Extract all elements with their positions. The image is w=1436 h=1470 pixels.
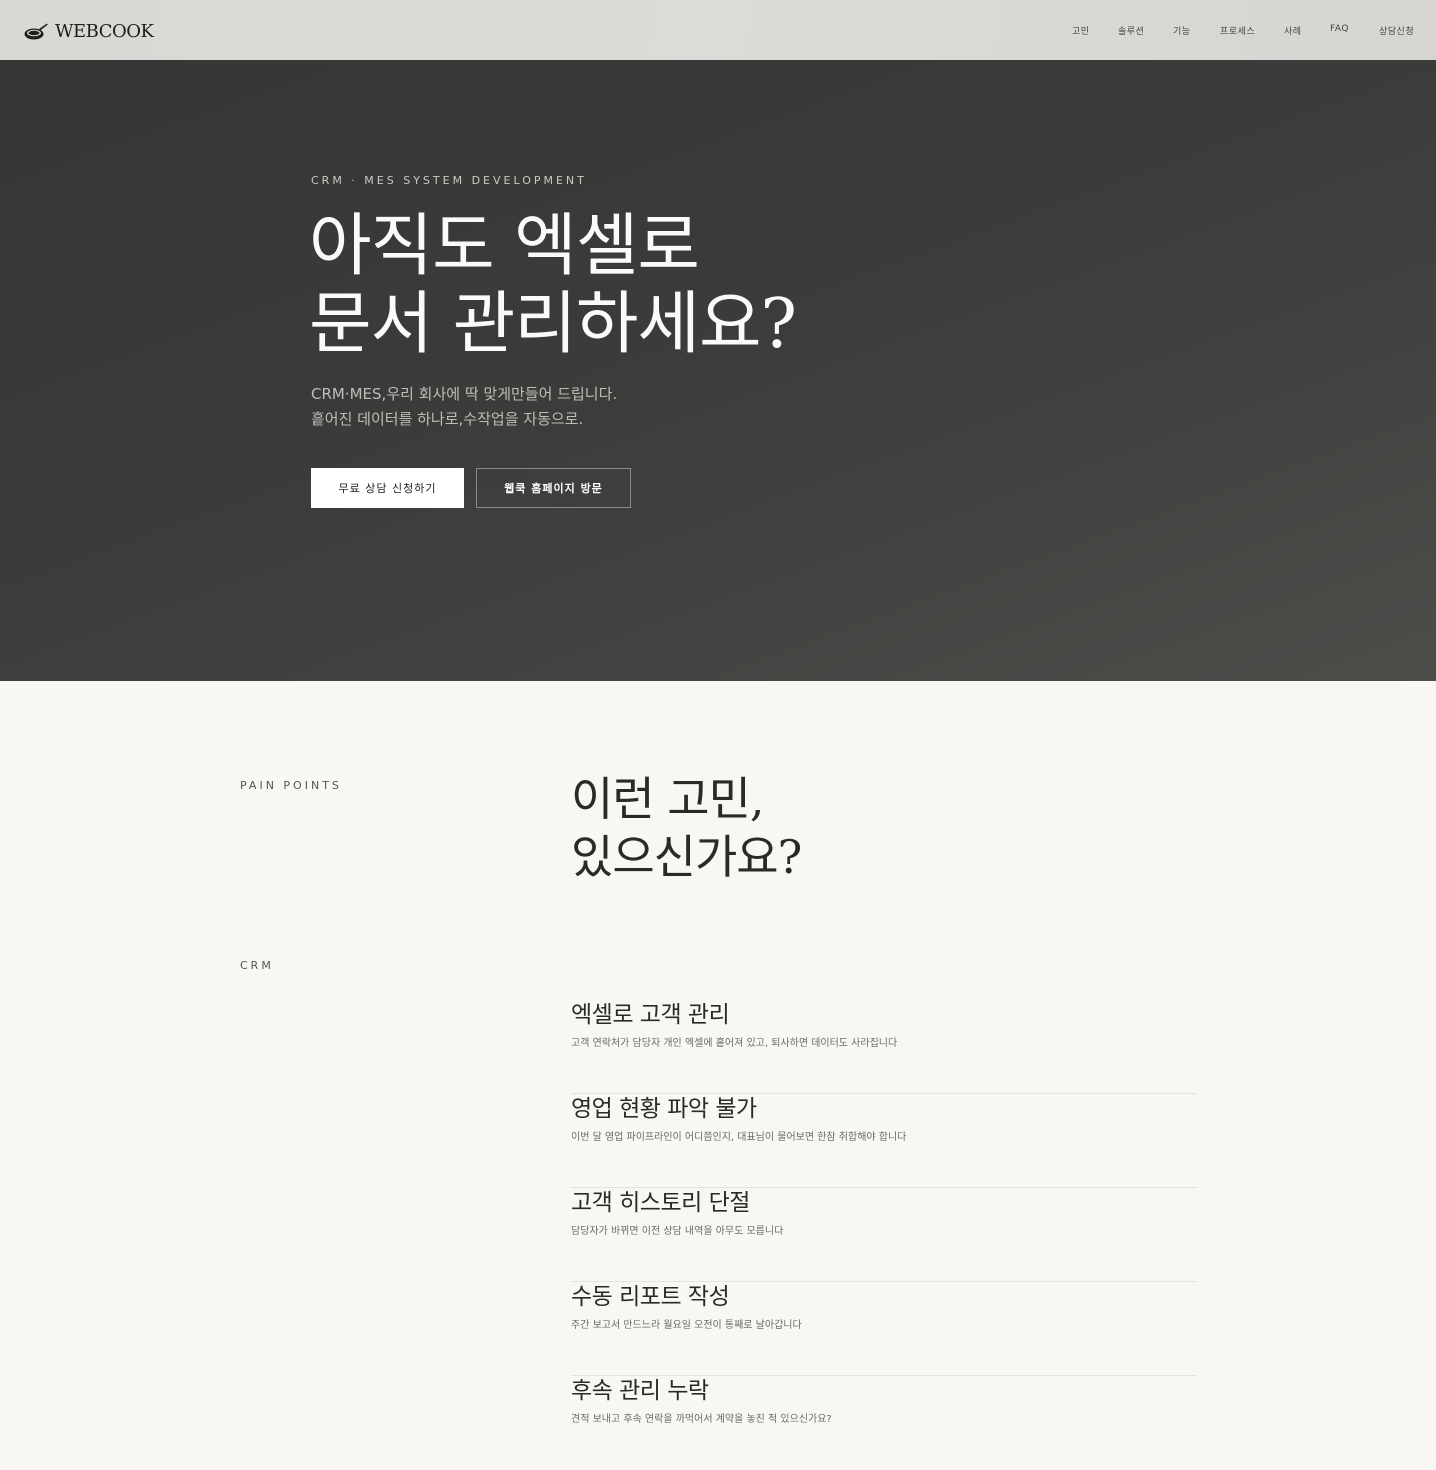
hero-subtitle-line-1: CRM·MES,우리 회사에 딱 맞게만들어 드립니다. <box>311 385 618 403</box>
hero-title-line-1: 아직도 엑셀로 <box>309 207 700 286</box>
pain-point-title: 후속 관리 누락 <box>571 1378 709 1404</box>
nav-item-consult[interactable]: 상담신청 <box>1379 24 1414 37</box>
nav-item-process[interactable]: 프로세스 <box>1220 24 1255 37</box>
pain-point-title: 영업 현황 파악 불가 <box>571 1096 757 1122</box>
hero-subtitle: CRM·MES,우리 회사에 딱 맞게만들어 드립니다. 흩어진 데이터를 하나… <box>311 382 617 432</box>
pain-point-description: 고객 연락처가 담당자 개인 엑셀에 흩어져 있고, 퇴사하면 데이터도 사라집… <box>571 1038 898 1049</box>
nav-item-features[interactable]: 기능 <box>1173 24 1191 37</box>
pain-points-title-line-1: 이런 고민, <box>571 772 765 826</box>
pain-point-title: 고객 히스토리 단절 <box>571 1190 750 1216</box>
pain-point-description: 이번 달 영업 파이프라인이 어디쯤인지, 대표님이 물어보면 한참 취합해야 … <box>571 1132 907 1143</box>
pain-point-item: 수동 리포트 작성 주간 보고서 만드느라 월요일 오전이 통째로 날아갑니다 <box>571 1282 1197 1376</box>
nav-item-solution[interactable]: 솔루션 <box>1118 24 1144 37</box>
hero-eyebrow: CRM · MES SYSTEM DEVELOPMENT <box>311 174 587 187</box>
pain-point-item: 고객 히스토리 단절 담당자가 바뀌면 이전 상담 내역을 아무도 모릅니다 <box>571 1188 1197 1282</box>
hero-section: CRM · MES SYSTEM DEVELOPMENT 아직도 엑셀로 문서 … <box>0 60 1436 681</box>
pain-point-list: 엑셀로 고객 관리 고객 연락처가 담당자 개인 엑셀에 흩어져 있고, 퇴사하… <box>571 1000 1197 1470</box>
visit-homepage-button[interactable]: 웹쿡 홈페이지 방문 <box>476 468 631 508</box>
pain-points-label: PAIN POINTS <box>240 779 342 792</box>
free-consultation-button[interactable]: 무료 상담 신청하기 <box>311 468 464 508</box>
top-navigation: WEBCOOK 고민 솔루션 기능 프로세스 사례 FAQ 상담신청 <box>0 0 1436 60</box>
nav-item-concerns[interactable]: 고민 <box>1072 24 1090 37</box>
frying-pan-logo-icon <box>24 23 48 40</box>
pain-points-title: 이런 고민, 있으신가요? <box>571 770 802 886</box>
logo[interactable]: WEBCOOK <box>24 18 154 44</box>
pain-point-item: 영업 현황 파악 불가 이번 달 영업 파이프라인이 어디쯤인지, 대표님이 물… <box>571 1094 1197 1188</box>
hero-subtitle-line-2: 흩어진 데이터를 하나로,수작업을 자동으로. <box>311 410 584 428</box>
crm-category-label: CRM <box>240 959 274 972</box>
pain-point-item: 후속 관리 누락 견적 보내고 후속 연락을 까먹어서 계약을 놓친 적 있으신… <box>571 1376 1197 1470</box>
pain-points-title-line-2: 있으신가요? <box>571 830 802 884</box>
pain-point-description: 견적 보내고 후속 연락을 까먹어서 계약을 놓친 적 있으신가요? <box>571 1414 832 1425</box>
pain-point-title: 엑셀로 고객 관리 <box>571 1002 730 1028</box>
nav-item-cases[interactable]: 사례 <box>1284 24 1302 37</box>
hero-title: 아직도 엑셀로 문서 관리하세요? <box>309 207 797 364</box>
pain-point-description: 주간 보고서 만드느라 월요일 오전이 통째로 날아갑니다 <box>571 1320 802 1331</box>
pain-point-item: 엑셀로 고객 관리 고객 연락처가 담당자 개인 엑셀에 흩어져 있고, 퇴사하… <box>571 1000 1197 1094</box>
pain-point-title: 수동 리포트 작성 <box>571 1284 730 1310</box>
hero-title-line-2: 문서 관리하세요? <box>309 285 797 364</box>
pain-point-description: 담당자가 바뀌면 이전 상담 내역을 아무도 모릅니다 <box>571 1226 784 1237</box>
logo-text: WEBCOOK <box>55 20 154 42</box>
nav-item-faq[interactable]: FAQ <box>1330 24 1349 34</box>
